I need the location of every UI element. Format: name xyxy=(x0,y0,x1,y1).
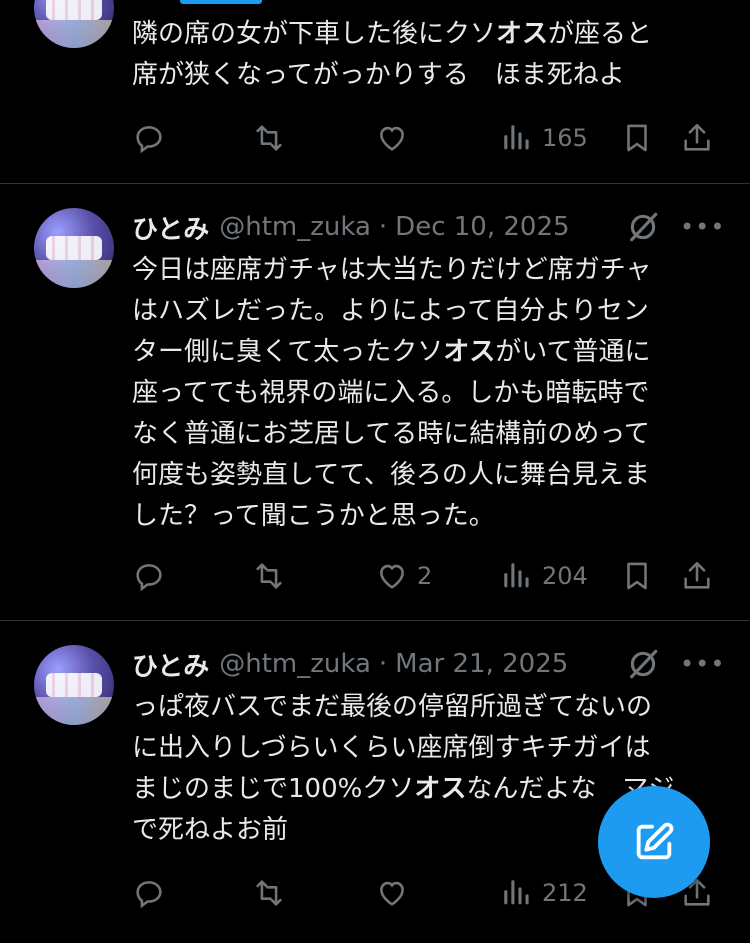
tweet-text-line: に出入りしづらいくらい座席倒すキチガイは xyxy=(132,733,651,763)
tweet-text-line: 席が狭くなってがっかりする ほま死ねよ xyxy=(132,60,625,90)
user-handle[interactable]: @htm_zuka xyxy=(219,212,371,242)
grok-button[interactable] xyxy=(626,647,660,681)
compose-button[interactable] xyxy=(598,786,710,898)
like-icon xyxy=(380,564,404,589)
grok-icon xyxy=(630,212,658,242)
reply-icon xyxy=(136,881,162,909)
retweet-button[interactable] xyxy=(252,873,294,913)
tweet-header: ひとみ @htm_zuka · Mar 21, 2025 xyxy=(132,646,568,683)
reply-icon xyxy=(136,126,162,154)
view-count: 212 xyxy=(542,879,588,907)
more-icon[interactable]: ••• xyxy=(680,647,724,681)
reply-button[interactable] xyxy=(132,118,174,158)
retweet-icon xyxy=(256,125,282,151)
like-button[interactable] xyxy=(375,873,417,913)
user-handle[interactable]: @htm_zuka xyxy=(219,649,371,679)
reply-button[interactable] xyxy=(132,873,174,913)
tweet-text-line: 座ってても視界の端に入る。しかも暗転時で xyxy=(132,378,650,408)
like-button[interactable]: 2 xyxy=(375,556,432,596)
tweet[interactable]: ひとみ @htm_zuka · Dec 10, 2025 ••• 今日は座席ガチ… xyxy=(0,184,750,620)
share-button[interactable] xyxy=(680,556,714,596)
views-button[interactable]: 165 xyxy=(500,118,588,158)
tweet-text-line: っぱ夜バスでまだ最後の停留所過ぎてないの xyxy=(132,692,653,722)
bookmark-icon xyxy=(627,124,647,152)
reply-icon xyxy=(136,564,162,592)
retweet-icon xyxy=(256,563,282,589)
tweet-text: 今日は座席ガチャは大当たりだけど席ガチャ はハズレだった。よりによって自分よりセン… xyxy=(132,250,722,537)
display-name[interactable]: ひとみ xyxy=(132,209,209,246)
view-count: 165 xyxy=(542,124,588,152)
share-button[interactable] xyxy=(680,118,714,158)
reply-button[interactable] xyxy=(132,556,174,596)
compose-icon xyxy=(636,822,674,860)
tweet[interactable]: 隣の席の女が下車した後にクソオスが座ると 席が狭くなってがっかりする ほま死ねよ … xyxy=(0,0,750,183)
tweet-date[interactable]: Mar 21, 2025 xyxy=(395,649,568,679)
bookmark-button[interactable] xyxy=(620,118,654,158)
like-button[interactable] xyxy=(375,118,417,158)
retweet-button[interactable] xyxy=(252,556,294,596)
views-button[interactable]: 204 xyxy=(500,556,588,596)
separator-dot: · xyxy=(378,212,388,242)
views-icon xyxy=(504,563,529,588)
separator-dot: · xyxy=(378,649,388,679)
retweet-icon xyxy=(256,880,282,906)
tweet-text-line: なく普通にお芝居してる時に結構前のめって xyxy=(132,419,650,449)
share-icon xyxy=(684,123,710,151)
tweet-text-line: 隣の席の女が下車した後にクソオスが座ると xyxy=(132,19,653,49)
view-count: 204 xyxy=(542,562,588,590)
tweet-actions: 2 204 xyxy=(0,556,750,596)
tweet-text-line: 何度も姿勢直してて、後ろの人に舞台見えま xyxy=(132,460,650,490)
like-icon xyxy=(380,126,404,151)
like-icon xyxy=(380,881,404,906)
tweet-text-line: はハズレだった。よりによって自分よりセン xyxy=(132,296,649,326)
views-icon xyxy=(504,880,529,905)
tweet-header: ひとみ @htm_zuka · Dec 10, 2025 xyxy=(132,209,570,246)
views-icon xyxy=(504,125,529,150)
avatar[interactable] xyxy=(34,645,114,725)
views-button[interactable]: 212 xyxy=(500,873,588,913)
more-icon[interactable]: ••• xyxy=(680,210,724,244)
tweet-text: 隣の席の女が下車した後にクソオスが座ると 席が狭くなってがっかりする ほま死ねよ xyxy=(132,14,722,96)
share-icon xyxy=(684,561,710,589)
tweet-actions: 165 xyxy=(0,118,750,158)
grok-icon xyxy=(630,649,658,679)
bookmark-button[interactable] xyxy=(620,556,654,596)
bookmark-icon xyxy=(627,562,647,590)
like-count: 2 xyxy=(417,562,433,590)
tweet-text-line: ター側に臭くて太ったクソオスがいて普通に xyxy=(132,337,651,367)
tweet-text-line: した？って聞こうかと思った。 xyxy=(132,501,495,531)
display-name[interactable]: ひとみ xyxy=(132,646,209,683)
avatar[interactable] xyxy=(34,0,114,48)
tweet-date[interactable]: Dec 10, 2025 xyxy=(395,212,569,242)
avatar[interactable] xyxy=(34,208,114,288)
grok-button[interactable] xyxy=(626,210,660,244)
retweet-button[interactable] xyxy=(252,118,294,158)
tweet-text-line: 今日は座席ガチャは大当たりだけど席ガチャ xyxy=(132,255,652,285)
